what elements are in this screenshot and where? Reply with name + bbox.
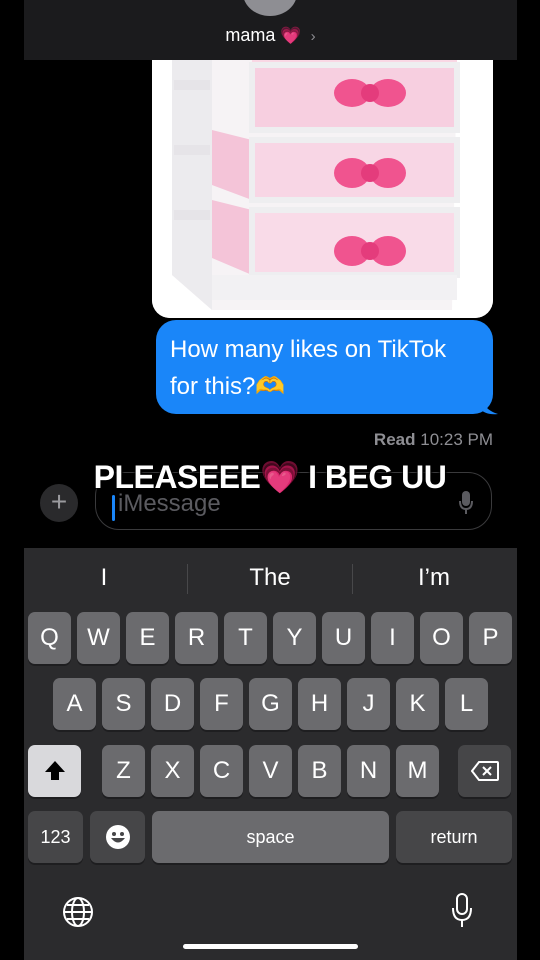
shift-key[interactable] <box>28 745 81 797</box>
suggestion-1[interactable]: I <box>24 564 184 596</box>
key-h[interactable]: H <box>298 678 341 730</box>
dictation-mic-icon[interactable] <box>452 893 472 929</box>
bubble-tail <box>480 393 498 415</box>
key-u[interactable]: U <box>322 612 365 664</box>
space-key[interactable]: space <box>152 811 389 863</box>
conversation-header: mama 💗 › <box>24 0 517 60</box>
suggestion-divider <box>187 564 188 594</box>
key-t[interactable]: T <box>224 612 267 664</box>
key-l[interactable]: L <box>445 678 488 730</box>
drawer-organizer-image <box>152 60 493 318</box>
message-text: How many likes on TikTok for this?🫶 <box>170 336 447 400</box>
chevron-right-icon: › <box>310 28 316 45</box>
heart-emoji: 💗 <box>280 26 302 45</box>
read-time: 10:23 PM <box>420 430 493 449</box>
key-e[interactable]: E <box>126 612 169 664</box>
key-k[interactable]: K <box>396 678 439 730</box>
shift-arrow-icon <box>44 761 65 780</box>
keyboard: I The I’m Q W E R T Y U I O P A S D F G … <box>24 548 517 960</box>
key-i[interactable]: I <box>371 612 414 664</box>
caption-heart-emoji: 💗 <box>260 459 300 495</box>
key-y[interactable]: Y <box>273 612 316 664</box>
delete-key[interactable] <box>458 745 511 797</box>
emoji-key[interactable] <box>90 811 145 863</box>
text-cursor <box>112 495 115 521</box>
caption-text-2: I BEG UU <box>299 459 447 495</box>
suggestion-divider <box>352 564 353 594</box>
key-b[interactable]: B <box>298 745 341 797</box>
key-v[interactable]: V <box>249 745 292 797</box>
key-a[interactable]: A <box>53 678 96 730</box>
key-j[interactable]: J <box>347 678 390 730</box>
key-o[interactable]: O <box>420 612 463 664</box>
key-w[interactable]: W <box>77 612 120 664</box>
caption-text: PLEASEEE <box>93 459 261 495</box>
backspace-icon <box>470 761 499 781</box>
key-g[interactable]: G <box>249 678 292 730</box>
globe-icon[interactable] <box>62 896 94 928</box>
key-p[interactable]: P <box>469 612 512 664</box>
key-s[interactable]: S <box>102 678 145 730</box>
read-status: Read <box>373 430 416 449</box>
contact-name-button[interactable]: mama 💗 › <box>24 25 517 46</box>
emoji-icon <box>105 825 130 849</box>
key-z[interactable]: Z <box>102 745 145 797</box>
home-indicator[interactable] <box>183 944 358 949</box>
read-receipt: Read 10:23 PM <box>374 430 493 450</box>
key-q[interactable]: Q <box>28 612 71 664</box>
key-c[interactable]: C <box>200 745 243 797</box>
key-r[interactable]: R <box>175 612 218 664</box>
overlay-caption: PLEASEEE💗 I BEG UU <box>0 458 540 496</box>
image-attachment[interactable] <box>152 60 493 318</box>
key-d[interactable]: D <box>151 678 194 730</box>
key-m[interactable]: M <box>396 745 439 797</box>
numbers-key[interactable]: 123 <box>28 811 83 863</box>
key-f[interactable]: F <box>200 678 243 730</box>
suggestion-3[interactable]: I’m <box>354 564 514 596</box>
return-key[interactable]: return <box>396 811 512 863</box>
contact-avatar[interactable] <box>243 0 297 16</box>
suggestion-2[interactable]: The <box>190 564 350 596</box>
contact-name: mama <box>225 25 276 45</box>
key-x[interactable]: X <box>151 745 194 797</box>
sent-message-bubble[interactable]: How many likes on TikTok for this?🫶 <box>156 320 493 414</box>
key-n[interactable]: N <box>347 745 390 797</box>
